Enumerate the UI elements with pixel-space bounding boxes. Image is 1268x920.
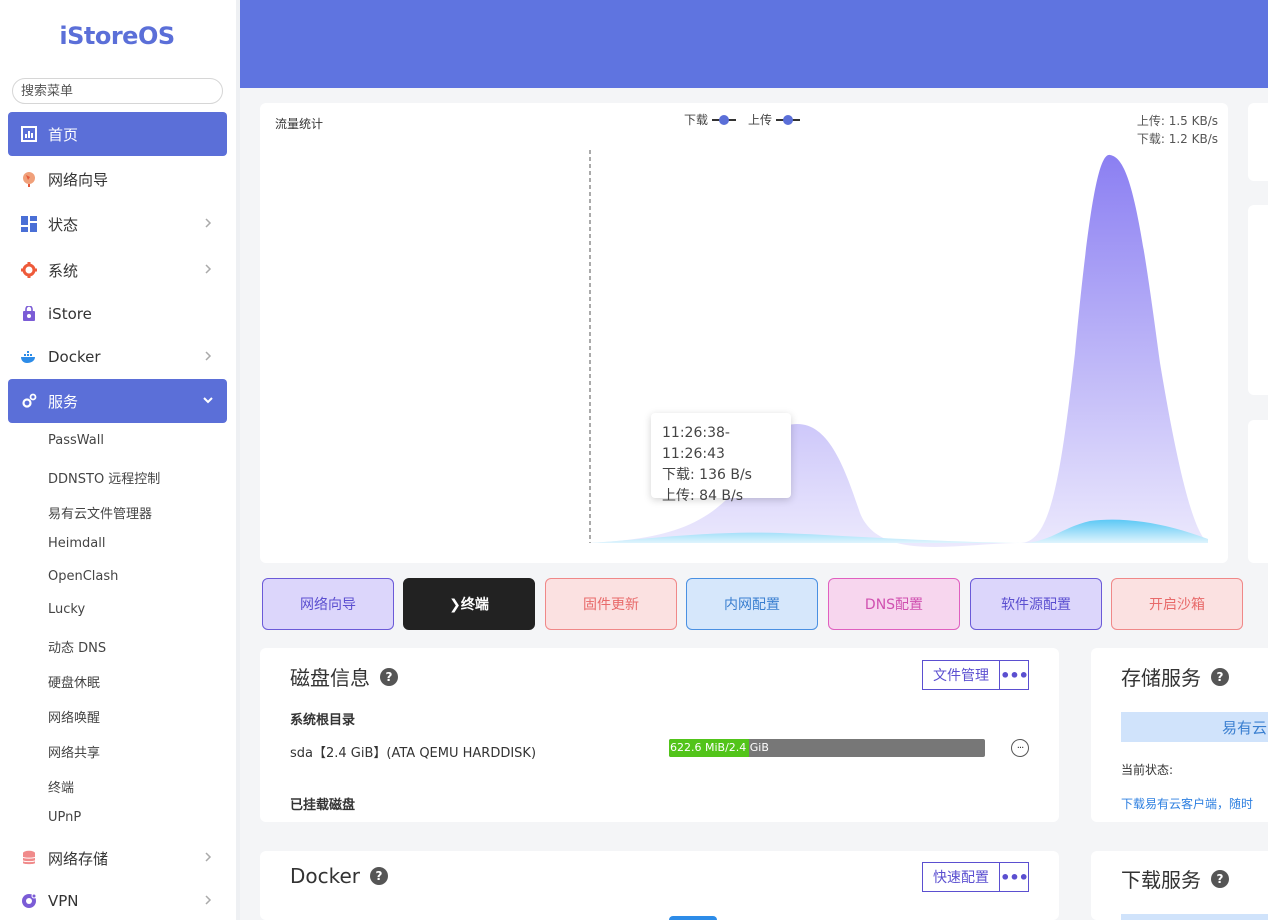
storage-service-card: 存储服务 ? 易有云 当前状态: 下载易有云客户端，随时 xyxy=(1091,648,1268,822)
file-manage-button[interactable]: 文件管理 xyxy=(922,660,1000,690)
chart-tooltip: 11:26:38-11:26:43 下载: 136 B/s 上传: 84 B/s xyxy=(651,413,791,504)
sidebar-item-label: 状态 xyxy=(48,215,79,234)
quick-dns-config-button[interactable]: DNS配置 xyxy=(828,578,960,630)
sidebar-subitem-wol[interactable]: 网络唤醒 xyxy=(48,707,100,726)
sidebar-subitem-ddnsto[interactable]: DDNSTO 远程控制 xyxy=(48,468,160,487)
quick-sandbox-button[interactable]: 开启沙箱 xyxy=(1111,578,1243,630)
yiyouyun-service-tab[interactable]: 易有云 xyxy=(1121,712,1268,742)
legend-download-marker xyxy=(712,114,737,126)
logo: iStoreOS xyxy=(59,22,175,50)
disk-usage-bar: 622.6 MiB/2.4 GiB xyxy=(669,739,985,757)
tooltip-download: 下载: 136 B/s xyxy=(662,467,752,483)
chart-legend: 下载 上传 xyxy=(684,111,801,128)
chevron-right-icon xyxy=(205,895,212,905)
disk-card-title: 磁盘信息 ? xyxy=(290,662,398,691)
help-icon[interactable]: ? xyxy=(380,667,398,686)
database-icon xyxy=(20,849,38,867)
grid-icon xyxy=(20,215,38,233)
sidebar-subitem-upnp[interactable]: UPnP xyxy=(48,810,81,825)
chevron-right-icon xyxy=(205,218,212,228)
sidebar-subitem-network-share[interactable]: 网络共享 xyxy=(48,742,100,761)
dashboard-icon xyxy=(20,125,38,143)
sidebar-item-label: 首页 xyxy=(48,125,79,144)
legend-upload-marker xyxy=(776,114,801,126)
docker-toggle[interactable] xyxy=(669,916,717,920)
legend-upload[interactable]: 上传 xyxy=(748,111,801,128)
legend-download[interactable]: 下载 xyxy=(684,111,737,128)
quick-config-button[interactable]: 快速配置 xyxy=(922,862,1000,892)
traffic-title: 流量统计 xyxy=(275,117,324,131)
sidebar-subitem-openclash[interactable]: OpenClash xyxy=(48,569,118,584)
download-service-tab[interactable] xyxy=(1121,914,1268,920)
root-dir-label: 系统根目录 xyxy=(290,713,356,728)
download-client-link[interactable]: 下载易有云客户端，随时 xyxy=(1121,795,1253,812)
side-card-3 xyxy=(1248,420,1268,563)
download-service-card: 下载服务 ? xyxy=(1091,851,1268,920)
download-rate: 下载: 1.2 KB/s xyxy=(1136,132,1218,146)
gear-icon xyxy=(20,261,38,279)
sidebar-item-label: Docker xyxy=(48,348,101,366)
sidebar-item-docker[interactable]: Docker xyxy=(8,335,227,379)
sidebar-item-services[interactable]: 服务 xyxy=(8,379,227,423)
sidebar-subitem-heimdall[interactable]: Heimdall xyxy=(48,536,106,551)
vpn-icon xyxy=(20,892,38,910)
disk-name: sda【2.4 GiB】(ATA QEMU HARDDISK) xyxy=(290,746,537,761)
disk-more-button[interactable]: ••• xyxy=(999,660,1029,690)
quick-firmware-update-button[interactable]: 固件更新 xyxy=(545,578,677,630)
sidebar-item-istore[interactable]: iStore xyxy=(8,292,227,336)
traffic-stats-card: 流量统计 下载 上传 上传: 1.5 KB/s 下载: 1.2 KB/s 11:… xyxy=(260,103,1228,563)
sidebar-item-label: 网络存储 xyxy=(48,849,109,868)
quick-terminal-button[interactable]: ❯终端 xyxy=(403,578,535,630)
status-label: 当前状态: xyxy=(1121,763,1174,777)
disk-info-card: 磁盘信息 ? 文件管理 ••• 系统根目录 sda【2.4 GiB】(ATA Q… xyxy=(260,648,1059,822)
sidebar-item-label: 网络向导 xyxy=(48,170,109,189)
docker-card-title: Docker ? xyxy=(290,864,389,888)
chevron-right-icon xyxy=(205,852,212,862)
sidebar-item-label: 服务 xyxy=(48,392,79,411)
docker-more-button[interactable]: ••• xyxy=(999,862,1029,892)
sidebar-item-label: 系统 xyxy=(48,261,79,280)
gears-icon xyxy=(20,392,38,410)
help-icon[interactable]: ? xyxy=(370,867,389,885)
sidebar-subitem-lucky[interactable]: Lucky xyxy=(48,602,85,617)
sidebar-subitem-ddns[interactable]: 动态 DNS xyxy=(48,637,106,656)
sidebar-item-label: VPN xyxy=(48,892,79,910)
upload-rate: 上传: 1.5 KB/s xyxy=(1136,114,1218,128)
docker-card: Docker ? 快速配置 ••• xyxy=(260,851,1059,920)
sidebar-subitem-disk-sleep[interactable]: 硬盘休眠 xyxy=(48,672,100,691)
menu-search-input[interactable] xyxy=(12,78,223,104)
quick-lan-config-button[interactable]: 内网配置 xyxy=(686,578,818,630)
docker-icon xyxy=(20,348,38,366)
sidebar-item-system[interactable]: 系统 xyxy=(8,248,227,292)
disk-options-icon[interactable]: ··· xyxy=(1011,739,1029,757)
sidebar: iStoreOS 首页 网络向导 状态 系统 iStore xyxy=(0,0,240,920)
chevron-right-icon xyxy=(205,264,212,274)
sidebar-item-label: iStore xyxy=(48,305,92,323)
sidebar-item-network-wizard[interactable]: 网络向导 xyxy=(8,157,227,201)
side-card-1 xyxy=(1248,103,1268,181)
sidebar-item-status[interactable]: 状态 xyxy=(8,202,227,246)
side-card-2 xyxy=(1248,205,1268,395)
sidebar-subitem-passwall[interactable]: PassWall xyxy=(48,433,104,448)
sidebar-item-network-storage[interactable]: 网络存储 xyxy=(8,836,227,880)
sidebar-item-vpn[interactable]: VPN xyxy=(8,879,227,920)
sidebar-item-home[interactable]: 首页 xyxy=(8,112,227,156)
globe-icon xyxy=(20,170,38,188)
mounted-disk-label: 已挂载磁盘 xyxy=(290,798,356,813)
tooltip-time: 11:26:38-11:26:43 xyxy=(662,425,730,462)
chevron-right-icon xyxy=(205,351,212,361)
storage-card-title: 存储服务 ? xyxy=(1121,662,1229,691)
disk-usage-text: 622.6 MiB/2.4 GiB xyxy=(670,741,769,754)
help-icon[interactable]: ? xyxy=(1211,869,1229,888)
help-icon[interactable]: ? xyxy=(1211,667,1229,686)
chevron-down-icon xyxy=(203,397,213,404)
header-bar xyxy=(240,0,1268,88)
bag-icon xyxy=(20,305,38,323)
quick-software-source-button[interactable]: 软件源配置 xyxy=(970,578,1102,630)
sidebar-subitem-terminal[interactable]: 终端 xyxy=(48,777,74,796)
tooltip-upload: 上传: 84 B/s xyxy=(662,488,744,504)
sidebar-subitem-yiyouyun[interactable]: 易有云文件管理器 xyxy=(48,503,152,522)
download-card-title: 下载服务 ? xyxy=(1121,864,1229,893)
quick-network-wizard-button[interactable]: 网络向导 xyxy=(262,578,394,630)
